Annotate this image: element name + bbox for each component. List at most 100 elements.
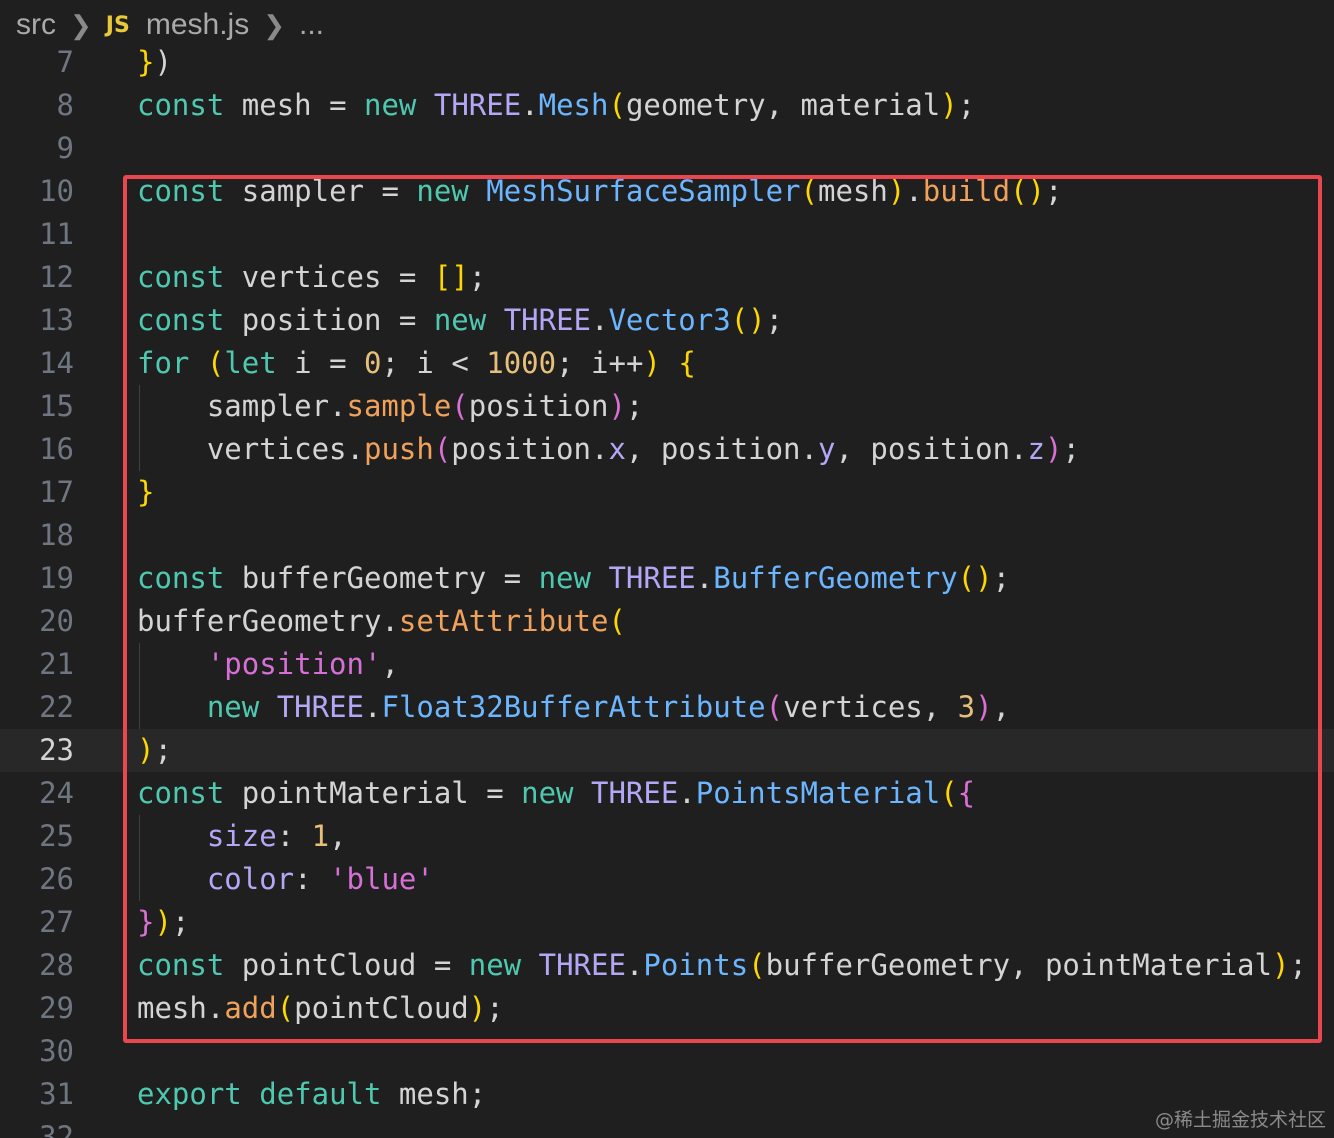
code-token: ( [800, 174, 818, 208]
code-line[interactable]: 20 bufferGeometry.setAttribute( [0, 600, 1334, 643]
line-number: 19 [39, 561, 74, 595]
code-token: , position. [625, 432, 818, 466]
code-token: ; [1045, 174, 1063, 208]
code-token: THREE [276, 690, 365, 724]
code-token: ) [137, 733, 155, 767]
code-line[interactable]: 22 new THREE.Float32BufferAttribute(vert… [0, 686, 1334, 729]
code-token: . [364, 690, 382, 724]
breadcrumb-more[interactable]: ... [299, 8, 324, 42]
code-line[interactable]: 12 const vertices = []; [0, 256, 1334, 299]
code-line[interactable]: 24 const pointMaterial = new THREE.Points… [0, 772, 1334, 815]
line-number: 29 [39, 991, 74, 1025]
code-line[interactable]: 26 color: 'blue' [0, 858, 1334, 901]
code-line[interactable]: 19 const bufferGeometry = new THREE.Buffe… [0, 557, 1334, 600]
code-line[interactable]: 16 vertices.push(position.x, position.y,… [0, 428, 1334, 471]
line-number: 32 [39, 1120, 74, 1138]
code-token: () [957, 561, 993, 595]
line-number: 12 [39, 260, 74, 294]
code-token: . [905, 174, 923, 208]
line-number: 25 [39, 819, 74, 853]
code-line[interactable]: 30 [0, 1030, 1334, 1073]
code-token: new [416, 174, 469, 208]
code-token: let [224, 346, 277, 380]
code-token: . [625, 948, 644, 982]
code-line[interactable]: 29 mesh.add(pointCloud); [0, 987, 1334, 1030]
code-line[interactable]: 23); [0, 729, 1334, 772]
line-number: 9 [56, 131, 74, 165]
code-token: () [1010, 174, 1045, 208]
code-line[interactable]: 15 sampler.sample(position); [0, 385, 1334, 428]
code-token: vertices. [137, 432, 364, 466]
code-token: ; [171, 905, 190, 939]
breadcrumb-file[interactable]: mesh.js [146, 8, 249, 42]
code-token: : [276, 819, 312, 853]
code-line[interactable]: 28 const pointCloud = new THREE.Points(bu… [0, 944, 1334, 987]
code-token: ) [643, 346, 661, 380]
code-token: ( [608, 88, 626, 122]
line-number: 18 [39, 518, 74, 552]
code-token: . [678, 776, 696, 810]
code-token: . [591, 303, 609, 337]
code-token: { [957, 776, 976, 810]
code-token: ; [1289, 948, 1307, 982]
code-token: default [259, 1077, 382, 1111]
code-token: Float32BufferAttribute [381, 690, 766, 724]
code-text: const pointMaterial = new THREE.PointsMa… [137, 772, 975, 815]
code-token: Vector3 [608, 303, 731, 337]
line-number: 13 [39, 303, 74, 337]
code-text: ); [137, 729, 172, 772]
code-line[interactable]: 9 [0, 127, 1334, 170]
code-token: mesh; [381, 1077, 487, 1111]
code-line[interactable]: 17} [0, 471, 1334, 514]
code-line[interactable]: 27}); [0, 901, 1334, 944]
code-line[interactable]: 8 const mesh = new THREE.Mesh(geometry, m… [0, 84, 1334, 127]
code-line[interactable]: 11 [0, 213, 1334, 256]
code-line[interactable]: 25 size: 1, [0, 815, 1334, 858]
code-text: } [137, 471, 154, 514]
code-token: bufferGeometry, pointMaterial [765, 948, 1272, 982]
code-token: ( [765, 690, 784, 724]
line-number: 28 [39, 948, 74, 982]
code-line[interactable]: 10 const sampler = new MeshSurfaceSampler… [0, 170, 1334, 213]
code-token: new [521, 776, 574, 810]
code-line[interactable]: 31 export default mesh; [0, 1073, 1334, 1116]
code-token: mesh [817, 174, 888, 208]
code-token: mesh. [137, 991, 225, 1025]
code-editor[interactable]: 7}) 8 const mesh = new THREE.Mesh(geometry… [0, 41, 1334, 1138]
code-text: size: 1, [137, 815, 347, 858]
line-number: 14 [39, 346, 74, 380]
code-token: sample [346, 389, 452, 423]
code-token: push [363, 432, 434, 466]
code-line[interactable]: 18 [0, 514, 1334, 557]
code-token: ) [940, 88, 958, 122]
code-token: 1000 [486, 346, 557, 380]
code-token: ) [154, 45, 172, 79]
code-text: const bufferGeometry = new THREE.BufferG… [137, 557, 1010, 600]
code-token: THREE [503, 303, 591, 337]
code-line[interactable]: 32 [0, 1116, 1334, 1138]
code-token: ( [206, 346, 225, 380]
breadcrumb-folder[interactable]: src [16, 8, 56, 42]
code-line[interactable]: 13 const position = new THREE.Vector3(); [0, 299, 1334, 342]
code-token: position = [224, 303, 434, 337]
code-token: bufferGeometry. [137, 604, 399, 638]
watermark: @稀土掘金技术社区 [1154, 1109, 1326, 1131]
code-token: PointsMaterial [695, 776, 941, 810]
line-number: 23 [39, 733, 74, 767]
code-token: ( [433, 432, 452, 466]
code-token: ; i++ [556, 346, 644, 380]
code-token: , [381, 647, 399, 681]
code-token: new [206, 690, 260, 724]
code-token: ) [975, 690, 993, 724]
code-token: ; [765, 303, 784, 337]
line-number: 30 [39, 1034, 74, 1068]
code-token: const [137, 88, 225, 122]
code-line[interactable]: 21 'position', [0, 643, 1334, 686]
code-line[interactable]: 14 for (let i = 0; i < 1000; i++) { [0, 342, 1334, 385]
code-line[interactable]: 7}) [0, 41, 1334, 84]
line-number: 24 [39, 776, 74, 810]
code-token: MeshSurfaceSampler [486, 174, 801, 208]
